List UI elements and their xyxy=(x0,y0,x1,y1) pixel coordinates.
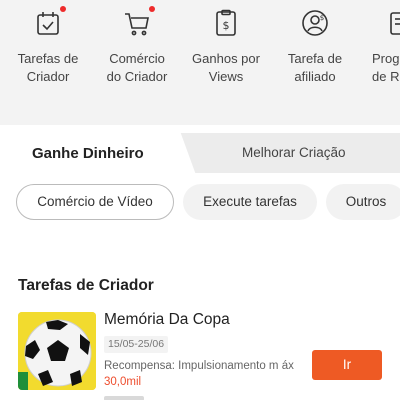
shortcut-label: Tarefas de Criador xyxy=(17,51,79,84)
shortcut-label: Tarefa de afiliado xyxy=(287,51,343,84)
shortcut-views-earnings[interactable]: $ Ganhos por Views xyxy=(186,8,266,86)
filter-chip-others[interactable]: Outros xyxy=(326,184,400,220)
filter-chip-video-commerce[interactable]: Comércio de Vídeo xyxy=(16,184,174,220)
section-title: Tarefas de Criador xyxy=(18,277,154,294)
task-thumbnail[interactable] xyxy=(18,312,96,390)
shortcut-creator-commerce[interactable]: Comércio do Criador xyxy=(97,6,177,86)
program-icon xyxy=(385,8,400,38)
shopping-cart-icon xyxy=(122,6,155,38)
go-button[interactable]: Ir xyxy=(312,350,382,380)
task-date-badge: 15/05-25/06 xyxy=(104,336,169,353)
svg-text:$: $ xyxy=(320,14,324,22)
svg-text:$: $ xyxy=(223,19,230,32)
tab-ganhe-dinheiro[interactable]: Ganhe Dinheiro xyxy=(32,145,144,162)
tab-melhorar-criacao-label[interactable]: Melhorar Criação xyxy=(242,145,346,160)
truncated-next-row xyxy=(104,393,174,400)
soccer-ball-icon xyxy=(18,312,96,390)
reward-amount: 30,0mil xyxy=(104,376,142,388)
notification-dot xyxy=(149,6,155,12)
shortcut-label: Ganhos por Views xyxy=(192,51,260,84)
shortcut-label: Prog de Re xyxy=(372,51,400,84)
affiliate-user-icon: $ xyxy=(300,8,330,38)
shortcut-affiliate-task[interactable]: $ Tarefa de afiliado xyxy=(275,8,355,86)
money-clipboard-icon: $ xyxy=(211,8,241,38)
task-reward: Recompensa: Impulsionamento m áx 30,0mil xyxy=(104,358,296,390)
filter-chip-execute-tasks[interactable]: Execute tarefas xyxy=(183,184,317,220)
creator-shortcuts-bar: Tarefas de Criador Comércio do Criador $… xyxy=(0,0,400,125)
shortcut-program[interactable]: Prog de Re xyxy=(360,8,400,86)
notification-dot xyxy=(60,6,66,12)
shortcut-label: Comércio do Criador xyxy=(106,51,168,84)
calendar-check-icon xyxy=(33,6,66,38)
task-title[interactable]: Memória Da Copa xyxy=(104,311,230,329)
shortcut-creator-tasks[interactable]: Tarefas de Criador xyxy=(8,6,88,86)
reward-label: Recompensa: Impulsionamento m áx xyxy=(104,360,294,372)
